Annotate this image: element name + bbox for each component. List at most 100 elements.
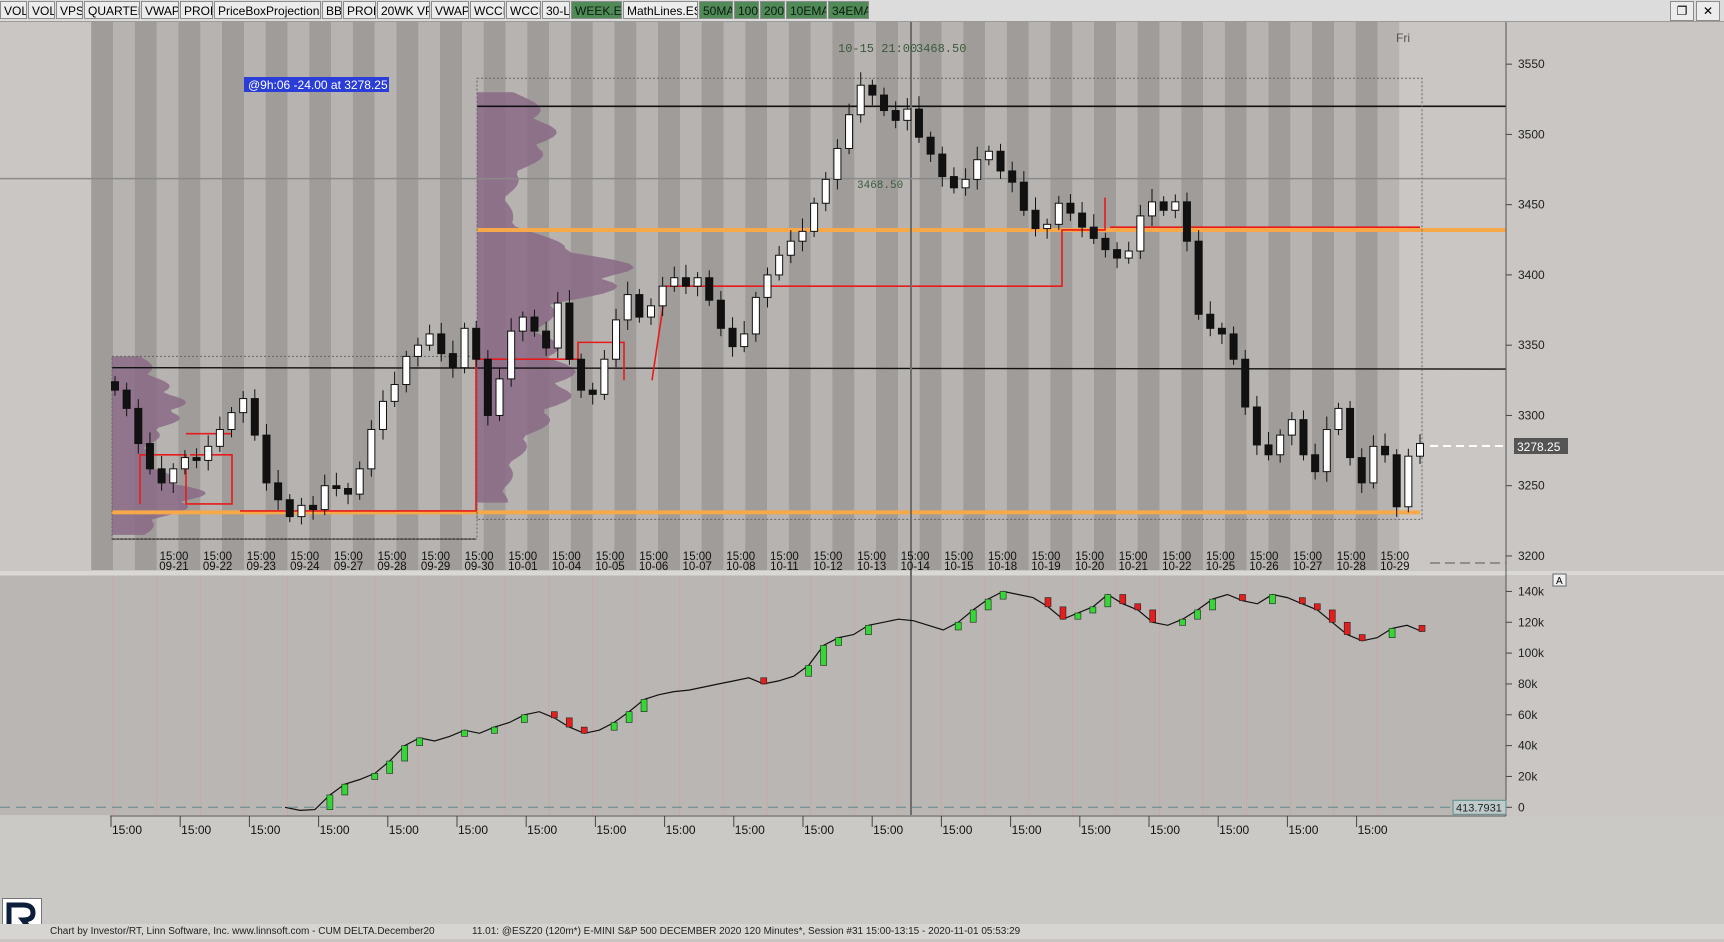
delta-bar <box>1089 606 1097 614</box>
toolbar-button-prof[interactable]: PROF <box>180 1 213 19</box>
session-stripe <box>1137 22 1160 570</box>
x-date-label: 10-26 <box>1249 561 1278 573</box>
status-footer: Chart by Investor/RT, Linn Software, Inc… <box>0 924 1724 939</box>
toolbar-button-100[interactable]: 100 <box>734 1 759 19</box>
window-controls: ❐ ✕ <box>1668 1 1720 21</box>
candle-body <box>565 302 574 360</box>
candle-body <box>192 457 201 461</box>
candle-body <box>1194 240 1203 315</box>
candle-body <box>926 136 935 155</box>
session-stripe <box>1312 22 1334 570</box>
toolbar-button-vwap[interactable]: VWAP <box>431 1 469 19</box>
x-date-label: 10-25 <box>1206 561 1235 573</box>
delta-bar <box>805 665 812 677</box>
candle-body <box>122 389 131 409</box>
candle-body <box>1054 202 1063 225</box>
price-tick-label: 3550 <box>1518 57 1545 71</box>
delta-bar <box>835 637 842 646</box>
x-date-label: 09-28 <box>377 561 406 573</box>
price-tick-label: 3200 <box>1518 549 1545 563</box>
session-stripe <box>396 22 419 570</box>
delta-x-label: 15:00 <box>1081 823 1111 837</box>
delta-bar <box>550 711 558 719</box>
delta-bar <box>1134 603 1142 611</box>
delta-bar <box>1269 594 1276 605</box>
toolbar-button-quarter[interactable]: QUARTER <box>84 1 140 19</box>
toolbar-button-wcci[interactable]: WCCI <box>506 1 541 19</box>
toolbar-button-200[interactable]: 200 <box>760 1 785 19</box>
candle-body <box>810 202 819 232</box>
delta-bar <box>610 722 618 731</box>
candle-body <box>891 110 900 121</box>
candle-body <box>1311 454 1320 473</box>
toolbar-button-10ema[interactable]: 10EMA <box>786 1 827 19</box>
toolbar-button-week-es[interactable]: WEEK.ES <box>571 1 622 19</box>
toolbar-button-34ema[interactable]: 34EMA <box>828 1 869 19</box>
toolbar-button-vwap[interactable]: VWAP <box>141 1 179 19</box>
x-date-label: 10-11 <box>770 561 799 573</box>
day-stripe <box>723 22 746 570</box>
delta-x-label: 15:00 <box>527 823 557 837</box>
x-date-label: 10-19 <box>1031 561 1060 573</box>
footer-chart-label: Chart by Investor/RT, Linn Software, Inc… <box>50 926 435 937</box>
candle-body <box>635 294 644 318</box>
candle-body <box>1241 358 1250 408</box>
toolbar-button-20wk-vp[interactable]: 20WK VP <box>377 1 430 19</box>
delta-bar <box>386 760 394 774</box>
toolbar-button-vol[interactable]: VOL <box>0 1 27 19</box>
toolbar-button-priceboxprojections[interactable]: PriceBoxProjections <box>214 1 321 19</box>
day-stripe <box>810 22 833 570</box>
candle-body <box>180 457 189 470</box>
candle-body <box>1019 181 1028 211</box>
candle-body <box>588 389 597 395</box>
candle-body <box>274 482 283 501</box>
day-stripe <box>287 22 310 570</box>
delta-bar <box>1299 597 1306 605</box>
crosshair-time-label: 10-15 21:00 <box>838 42 917 56</box>
x-date-label: 10-01 <box>508 561 537 573</box>
delta-x-label: 15:00 <box>873 823 903 837</box>
candle-body <box>1217 327 1226 335</box>
candle-body <box>681 277 690 287</box>
delta-x-label: 15:00 <box>735 823 765 837</box>
toolbar-button-mathlines-es[interactable]: MathLines.ES <box>623 1 698 19</box>
candle-body <box>344 488 353 495</box>
delta-x-label: 15:00 <box>389 823 419 837</box>
delta-x-label: 15:00 <box>181 823 211 837</box>
toolbar-button-vol[interactable]: VOL <box>28 1 55 19</box>
weekday-label: Fri <box>1396 31 1410 45</box>
delta-bar <box>1149 609 1157 623</box>
delta-bar <box>416 737 423 746</box>
candle-body <box>973 159 982 180</box>
toolbar-button-50ma[interactable]: 50MA <box>699 1 733 19</box>
day-stripe <box>592 22 615 570</box>
day-stripe <box>1028 22 1051 570</box>
toolbar-button-wcci[interactable]: WCCI <box>470 1 505 19</box>
candle-body <box>111 381 119 391</box>
toolbar-button-prof[interactable]: PROF <box>343 1 376 19</box>
toolbar-button-bb[interactable]: BB <box>322 1 342 19</box>
delta-bar <box>1104 594 1112 608</box>
candle-body <box>612 319 621 360</box>
day-stripe <box>941 22 964 570</box>
day-stripe <box>1246 22 1269 570</box>
delta-panel-bg <box>0 576 1506 815</box>
delta-x-label: 15:00 <box>804 823 834 837</box>
candle-body <box>402 355 411 386</box>
toolbar-button-30-l[interactable]: 30-L <box>542 1 570 19</box>
day-stripe <box>1072 22 1094 570</box>
candle-body <box>996 150 1005 172</box>
delta-bar <box>1044 597 1052 608</box>
indicator-toolbar: VOLVOLVPSQUARTERVWAPPROFPriceBoxProjecti… <box>0 0 1724 22</box>
candle-body <box>1334 407 1343 430</box>
session-stripe <box>91 22 114 570</box>
candle-body <box>1229 333 1238 360</box>
toolbar-button-vps[interactable]: VPS <box>56 1 83 19</box>
candle-body <box>145 443 154 470</box>
x-date-label: 10-20 <box>1075 561 1104 573</box>
close-icon[interactable]: ✕ <box>1696 1 1720 21</box>
x-date-label: 10-06 <box>639 561 668 573</box>
candle-body <box>297 504 306 518</box>
restore-icon[interactable]: ❐ <box>1670 1 1694 21</box>
delta-bar <box>760 677 768 685</box>
